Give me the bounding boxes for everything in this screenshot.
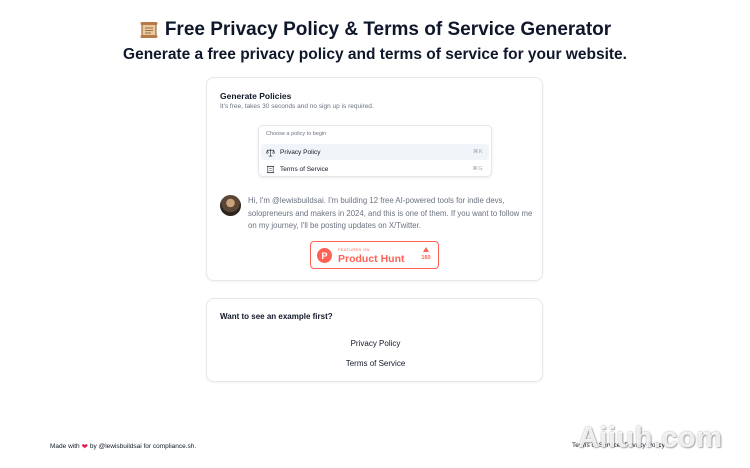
- example-card: Want to see an example first? Privacy Po…: [206, 298, 543, 382]
- footer-made-with: Made with: [50, 443, 80, 450]
- command-item-label: Privacy Policy: [280, 148, 321, 156]
- product-hunt-logo-icon: P: [317, 248, 332, 263]
- upvote-arrow-icon: [423, 247, 429, 252]
- page-title: Free Privacy Policy & Terms of Service G…: [0, 19, 750, 41]
- card-title: Generate Policies: [220, 91, 292, 101]
- command-item-shortcut: ⌘G: [472, 166, 483, 172]
- page: Free Privacy Policy & Terms of Service G…: [0, 0, 750, 468]
- command-heading: Choose a policy to begin: [266, 131, 327, 137]
- scale-icon: [266, 148, 275, 157]
- intro-text: Hi, I'm @lewisbuildsai. I'm building 12 …: [248, 196, 533, 231]
- command-item-shortcut: ⌘K: [472, 149, 483, 155]
- product-hunt-badge[interactable]: P FEATURED ON Product Hunt 160: [310, 241, 439, 269]
- avatar: [220, 195, 241, 216]
- policy-command-menu: Choose a policy to begin Privacy Policy …: [258, 125, 492, 177]
- heart-icon: ❤: [81, 442, 88, 451]
- footer-links: Terms of Service Privacy Policy: [572, 442, 665, 449]
- command-item-label: Terms of Service: [280, 165, 329, 173]
- example-privacy-policy-link[interactable]: Privacy Policy: [207, 339, 544, 348]
- footer-credit: Made with ❤ by @lewisbuildsai for compli…: [50, 442, 196, 451]
- page-subtitle: Generate a free privacy policy and terms…: [123, 46, 627, 63]
- card-description: It's free, takes 30 seconds and no sign …: [220, 103, 374, 110]
- scroll-icon: [139, 21, 159, 39]
- footer-by-text: by @lewisbuildsai for compliance.sh.: [89, 443, 197, 450]
- example-terms-of-service-link[interactable]: Terms of Service: [207, 359, 544, 368]
- product-hunt-vote-count: 160: [421, 255, 431, 261]
- footer-terms-link[interactable]: Terms of Service: [572, 442, 620, 449]
- generate-policies-card: Generate Policies It's free, takes 30 se…: [206, 77, 543, 281]
- product-hunt-featured-label: FEATURED ON: [338, 247, 370, 252]
- command-item-terms-of-service[interactable]: Terms of Service ⌘G: [261, 161, 489, 177]
- watermark: Aiiuh.com: [578, 422, 723, 454]
- scroll-icon: [266, 165, 275, 174]
- command-item-privacy-policy[interactable]: Privacy Policy ⌘K: [261, 144, 489, 160]
- product-hunt-name: Product Hunt: [338, 253, 405, 265]
- page-title-text: Free Privacy Policy & Terms of Service G…: [164, 19, 612, 40]
- example-card-title: Want to see an example first?: [220, 312, 333, 321]
- footer-privacy-link[interactable]: Privacy Policy: [624, 442, 664, 449]
